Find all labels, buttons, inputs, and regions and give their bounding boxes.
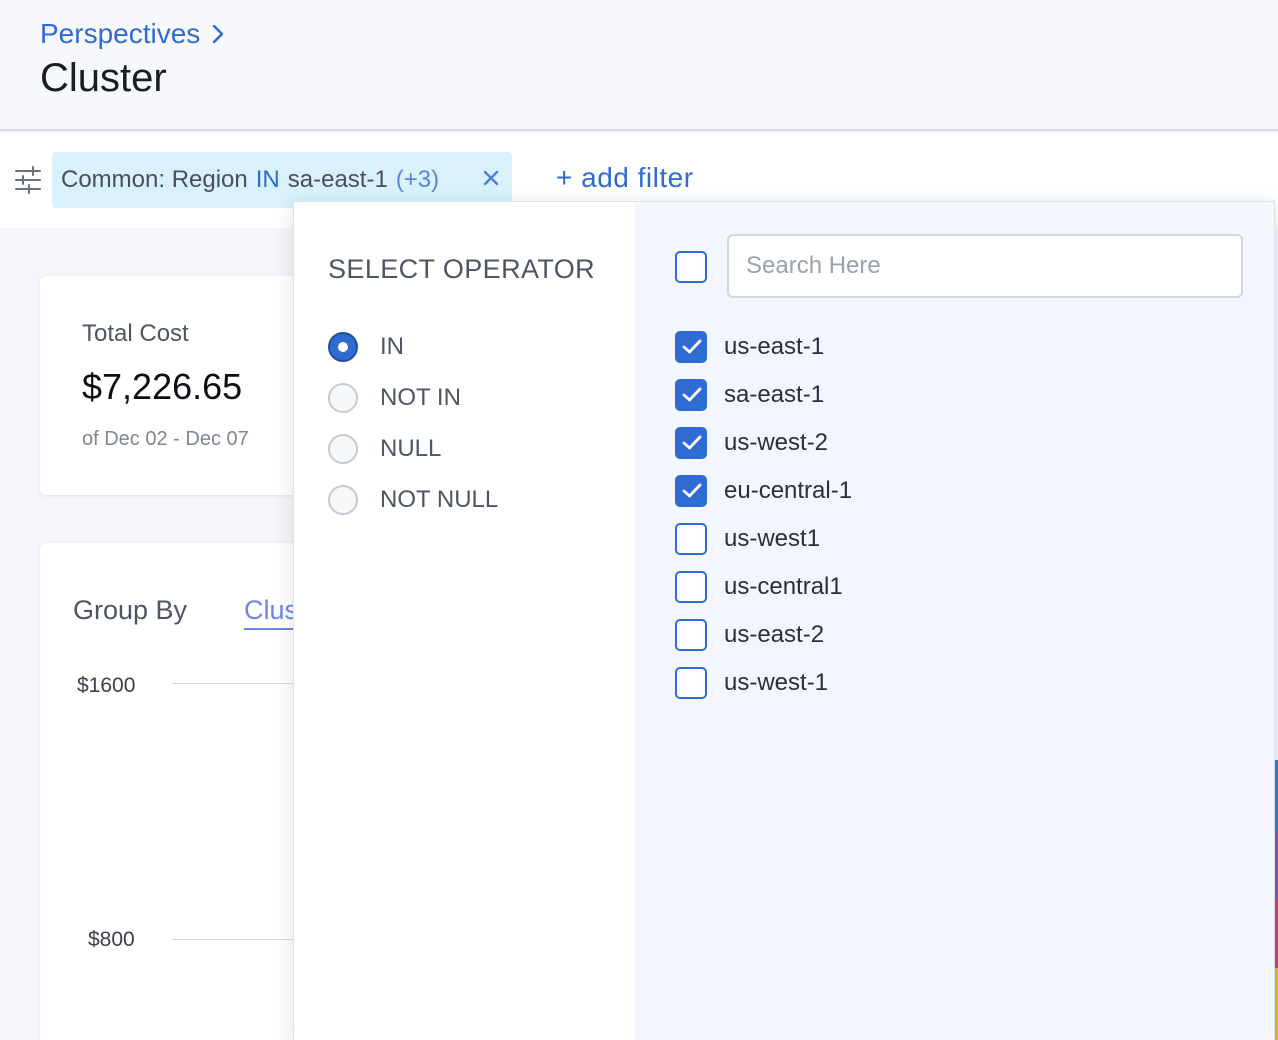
- operator-label: NOT NULL: [380, 486, 499, 513]
- check-icon: [682, 483, 702, 498]
- select-all-checkbox[interactable]: [675, 251, 707, 283]
- breadcrumb-link[interactable]: Perspectives: [40, 18, 200, 50]
- y-axis-tick: $800: [88, 928, 135, 951]
- check-icon: [682, 435, 702, 450]
- search-input[interactable]: [727, 234, 1243, 298]
- total-cost-period: of Dec 02 - Dec 07: [82, 428, 249, 450]
- add-filter-button[interactable]: + add filter: [556, 162, 694, 194]
- breadcrumb[interactable]: Perspectives: [40, 18, 224, 50]
- operator-option-not-in[interactable]: NOT IN: [328, 383, 461, 413]
- filter-popover: SELECT OPERATOR IN NOT IN NULL NOT NULL: [293, 201, 1275, 1040]
- option-us-east-2[interactable]: us-east-2: [675, 618, 824, 652]
- option-label: us-west-1: [724, 669, 829, 696]
- option-label: us-west1: [724, 525, 821, 552]
- checkbox[interactable]: [675, 427, 707, 459]
- values-pane: us-east-1 sa-east-1 us-west-2 eu-central…: [635, 202, 1274, 1040]
- gridline: [172, 683, 302, 684]
- y-axis-tick: $1600: [77, 674, 136, 697]
- page-title: Cluster: [40, 56, 167, 100]
- option-us-west1[interactable]: us-west1: [675, 522, 820, 556]
- filter-chip-field: Common: Region: [61, 166, 248, 193]
- radio-button[interactable]: [328, 332, 358, 362]
- checkbox[interactable]: [675, 475, 707, 507]
- option-label: us-east-1: [724, 333, 825, 360]
- checkbox[interactable]: [675, 619, 707, 651]
- checkbox[interactable]: [675, 523, 707, 555]
- operator-option-not-null[interactable]: NOT NULL: [328, 485, 498, 515]
- checkbox[interactable]: [675, 571, 707, 603]
- group-by-label: Group By: [73, 595, 188, 625]
- option-eu-central-1[interactable]: eu-central-1: [675, 474, 852, 508]
- radio-button[interactable]: [328, 383, 358, 413]
- total-cost-label: Total Cost: [82, 320, 189, 347]
- option-us-west-1[interactable]: us-west-1: [675, 666, 828, 700]
- option-label: eu-central-1: [724, 477, 853, 504]
- group-by-selector[interactable]: Clus: [244, 595, 299, 630]
- operator-option-in[interactable]: IN: [328, 332, 404, 362]
- option-us-east-1[interactable]: us-east-1: [675, 330, 824, 364]
- check-icon: [682, 339, 702, 354]
- total-cost-value: $7,226.65: [82, 366, 243, 407]
- option-us-central1[interactable]: us-central1: [675, 570, 843, 604]
- close-icon[interactable]: [482, 169, 500, 187]
- filter-chip-more-count: (+3): [395, 166, 440, 193]
- checkbox[interactable]: [675, 379, 707, 411]
- filter-chip-operator: IN: [255, 166, 280, 193]
- page-header: Perspectives Cluster: [0, 0, 1278, 131]
- option-us-west-2[interactable]: us-west-2: [675, 426, 828, 460]
- operator-label: NOT IN: [380, 384, 461, 411]
- radio-button[interactable]: [328, 434, 358, 464]
- operator-label: IN: [380, 333, 404, 360]
- option-label: us-east-2: [724, 621, 825, 648]
- chevron-right-icon: [213, 24, 224, 44]
- option-label: us-central1: [724, 573, 843, 600]
- option-sa-east-1[interactable]: sa-east-1: [675, 378, 824, 412]
- filter-chip-value: sa-east-1: [287, 166, 388, 193]
- check-icon: [682, 387, 702, 402]
- operator-pane: SELECT OPERATOR IN NOT IN NULL NOT NULL: [294, 202, 635, 1040]
- operator-option-null[interactable]: NULL: [328, 434, 441, 464]
- option-label: sa-east-1: [724, 381, 825, 408]
- filter-chip-region[interactable]: Common: Region IN sa-east-1 (+3): [52, 152, 512, 208]
- sliders-icon[interactable]: [15, 166, 41, 194]
- page: Perspectives Cluster Common: Region IN s…: [0, 0, 1278, 1040]
- operator-title: SELECT OPERATOR: [328, 254, 596, 284]
- radio-button[interactable]: [328, 485, 358, 515]
- operator-label: NULL: [380, 435, 442, 462]
- checkbox[interactable]: [675, 331, 707, 363]
- gridline: [172, 939, 302, 940]
- option-label: us-west-2: [724, 429, 829, 456]
- checkbox[interactable]: [675, 667, 707, 699]
